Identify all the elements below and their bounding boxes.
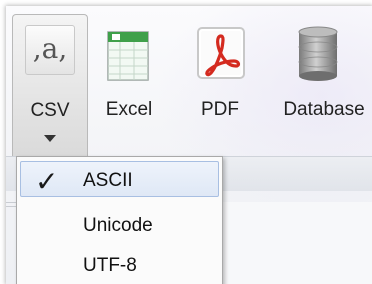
excel-button-label: Excel [105,99,153,120]
pdf-button-label: PDF [201,99,239,120]
csv-icon: ,a, [25,25,75,75]
chevron-down-icon[interactable] [44,135,56,142]
pdf-icon [197,27,245,79]
menu-item-label: Unicode [83,215,153,236]
excel-icon [107,31,149,81]
csv-button-label: CSV [30,100,70,121]
menu-item-ascii[interactable]: ✓ ASCII [20,161,219,198]
menu-item-unicode[interactable]: Unicode [17,205,222,245]
database-icon [298,26,338,81]
csv-export-button[interactable]: ,a, CSV [12,14,88,161]
database-button-label: Database [283,99,365,120]
content-panel [222,202,372,284]
excel-export-button[interactable]: Excel [94,16,164,156]
menu-item-utf8[interactable]: UTF-8 [17,245,222,284]
app-window: ,a, CSV Excel PDF Database ✓ ASCII Unico… [6,6,372,284]
database-export-button[interactable]: Database [276,16,372,156]
menu-item-label: UTF-8 [83,255,137,276]
pdf-export-button[interactable]: PDF [184,16,256,156]
export-ribbon: ,a, CSV Excel PDF Database [6,6,372,161]
checkmark-icon: ✓ [35,165,59,198]
menu-item-label: ASCII [83,170,133,191]
encoding-dropdown-menu: ✓ ASCII Unicode UTF-8 [16,156,223,284]
